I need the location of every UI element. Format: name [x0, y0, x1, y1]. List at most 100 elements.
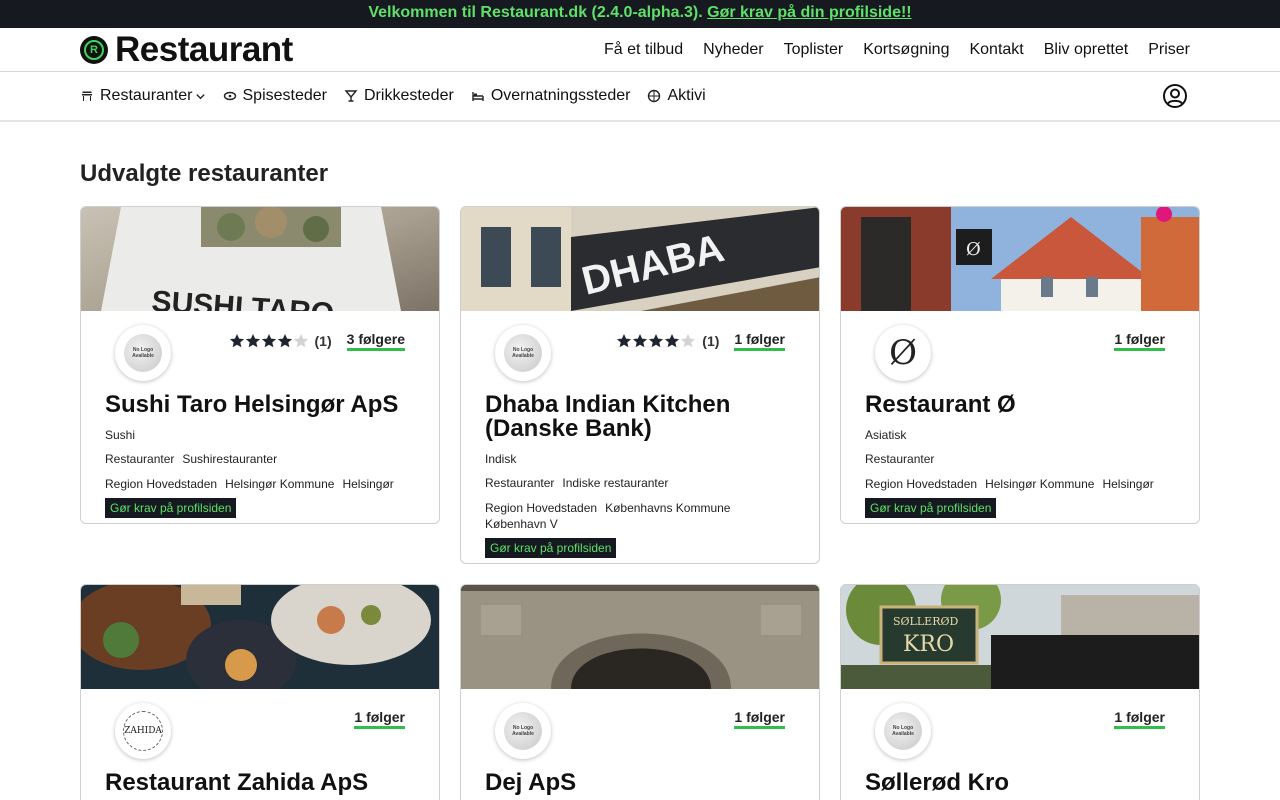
star-empty-icon: [293, 334, 308, 348]
zahida-logo: ZAHIDA: [123, 711, 163, 751]
restaurant-photo: Ø: [841, 207, 1199, 311]
rating-stars: [229, 333, 309, 349]
restaurant-photo: [461, 585, 819, 689]
restaurant-card[interactable]: SØLLERØD KRO No Logo Available 1 følger …: [840, 584, 1200, 800]
location-tag[interactable]: Helsingør Kommune: [985, 477, 1094, 491]
location-tag[interactable]: Helsingør Kommune: [225, 477, 334, 491]
type-tags: Restauranter Indiske restauranter: [485, 475, 795, 491]
category-label: Drikkesteder: [364, 87, 454, 104]
location-tag[interactable]: København V: [485, 517, 558, 531]
category-aktiviteter[interactable]: Aktivi: [647, 87, 706, 105]
location-tag[interactable]: Helsingør: [342, 477, 393, 491]
site-header: R Restaurant Få et tilbud Nyheder Toplis…: [0, 28, 1280, 72]
restaurant-card[interactable]: ZAHIDA 1 følger Restaurant Zahida ApS: [80, 584, 440, 800]
location-tags: Region Hovedstaden Helsingør Kommune Helsi…: [865, 476, 1175, 492]
star-filled-icon: [277, 334, 292, 348]
type-tag[interactable]: Indiske restauranter: [562, 476, 668, 490]
claim-profile-button[interactable]: Gør krav på profilsiden: [865, 498, 997, 518]
main-nav: Få et tilbud Nyheder Toplister Kortsøgni…: [584, 28, 1190, 71]
nav-item-tilbud[interactable]: Få et tilbud: [604, 41, 683, 59]
followers-count[interactable]: 1 følger: [354, 709, 405, 729]
nav-item-bliv-oprettet[interactable]: Bliv oprettet: [1044, 41, 1128, 59]
logo-mark-icon: R: [80, 36, 108, 64]
claim-profile-button[interactable]: Gør krav på profilsiden: [485, 538, 617, 558]
followers-count[interactable]: 3 følgere: [346, 331, 405, 351]
cuisine-tag: Sushi: [105, 428, 136, 442]
sign-text-line-2: KRO: [903, 632, 954, 657]
cuisine-tag: Indisk: [485, 452, 517, 466]
logo-letter: Ø: [889, 333, 917, 373]
restaurant-card[interactable]: SUSHI TARO No Logo Available (1) 3 følge…: [80, 206, 440, 524]
claim-profile-button[interactable]: Gør krav på profilsiden: [105, 498, 237, 518]
location-tag[interactable]: Helsingør: [1102, 477, 1153, 491]
nav-item-kontakt[interactable]: Kontakt: [969, 41, 1023, 59]
restaurant-card[interactable]: No Logo Available 1 følger Dej ApS: [460, 584, 820, 800]
restaurant-logo: No Logo Available: [875, 703, 931, 759]
type-tag[interactable]: Restauranter: [865, 452, 934, 466]
no-logo-placeholder: No Logo Available: [504, 712, 542, 750]
star-filled-icon: [245, 334, 260, 348]
rating-count: (1): [702, 333, 720, 349]
food-icon: [223, 91, 236, 101]
nav-item-nyheder[interactable]: Nyheder: [703, 41, 763, 59]
site-logo[interactable]: R Restaurant: [80, 30, 293, 70]
nav-item-toplister[interactable]: Toplister: [784, 41, 844, 59]
star-filled-icon: [261, 334, 276, 348]
cocktail-icon: [344, 90, 358, 102]
star-filled-icon: [649, 334, 664, 348]
category-label: Restauranter: [100, 87, 193, 104]
star-empty-icon: [681, 334, 696, 348]
location-tags: Region Hovedstaden Københavns Kommune Købe…: [485, 500, 795, 532]
claim-profile-link[interactable]: Gør krav på din profilside!!: [707, 4, 911, 21]
type-tag[interactable]: Sushirestauranter: [182, 452, 277, 466]
followers-count[interactable]: 1 følger: [734, 709, 785, 729]
rating-count: (1): [314, 333, 332, 349]
category-restauranter[interactable]: Restauranter: [80, 87, 206, 105]
restaurant-logo: Ø: [875, 325, 931, 381]
category-label: Spisesteder: [242, 87, 328, 104]
location-tag[interactable]: Region Hovedstaden: [865, 477, 977, 491]
star-filled-icon: [617, 334, 632, 348]
star-filled-icon: [633, 334, 648, 348]
user-account-icon[interactable]: [1162, 83, 1188, 109]
type-tags: Restauranter: [865, 451, 1175, 467]
restaurant-photo: [81, 585, 439, 689]
no-logo-placeholder: No Logo Available: [124, 334, 162, 372]
followers-count[interactable]: 1 følger: [734, 331, 785, 351]
bed-icon: [472, 92, 484, 101]
sign-text-line-1: SØLLERØD: [893, 615, 958, 628]
location-tags: Region Hovedstaden Helsingør Kommune Helsi…: [105, 476, 415, 492]
restaurant-card[interactable]: DHABA No Logo Available (1) 1 følger Dha…: [460, 206, 820, 564]
cuisine-tag: Asiatisk: [865, 428, 907, 442]
chevron-down-icon: [195, 93, 205, 99]
category-drikkesteder[interactable]: Drikkesteder: [344, 87, 454, 105]
type-tag[interactable]: Restauranter: [485, 476, 554, 490]
welcome-banner: Velkommen til Restaurant.dk (2.4.0-alpha…: [0, 0, 1280, 28]
activity-icon: [648, 89, 661, 103]
nav-item-kortsogning[interactable]: Kortsøgning: [863, 41, 949, 59]
rating-stars: [616, 333, 696, 349]
category-label: Overnatningssteder: [490, 87, 631, 104]
location-tag[interactable]: Københavns Kommune: [605, 501, 730, 515]
followers-count[interactable]: 1 følger: [1114, 331, 1165, 351]
category-bar: Restauranter Spisesteder Drikkesteder Ov…: [0, 72, 1280, 122]
restaurant-logo: No Logo Available: [495, 325, 551, 381]
category-overnatningssteder[interactable]: Overnatningssteder: [471, 87, 631, 105]
restaurant-card[interactable]: Ø Ø 1 følger Restaurant Ø Asiatisk Resta…: [840, 206, 1200, 524]
location-tag[interactable]: Region Hovedstaden: [105, 477, 217, 491]
star-filled-icon: [665, 334, 680, 348]
restaurant-photo: DHABA: [461, 207, 819, 311]
category-spisesteder[interactable]: Spisesteder: [223, 87, 328, 105]
svg-text:Ø: Ø: [966, 239, 981, 260]
location-tag[interactable]: Region Hovedstaden: [485, 501, 597, 515]
restaurant-logo: No Logo Available: [495, 703, 551, 759]
type-tags: Restauranter Sushirestauranter: [105, 451, 415, 467]
restaurant-photo: SØLLERØD KRO: [841, 585, 1199, 689]
section-title: Udvalgte restauranter: [80, 160, 329, 187]
restaurant-photo: SUSHI TARO: [81, 207, 439, 311]
nav-item-priser[interactable]: Priser: [1148, 41, 1190, 59]
type-tag[interactable]: Restauranter: [105, 452, 174, 466]
restaurant-logo: ZAHIDA: [115, 703, 171, 759]
restaurant-icon: [82, 91, 92, 101]
followers-count[interactable]: 1 følger: [1114, 709, 1165, 729]
